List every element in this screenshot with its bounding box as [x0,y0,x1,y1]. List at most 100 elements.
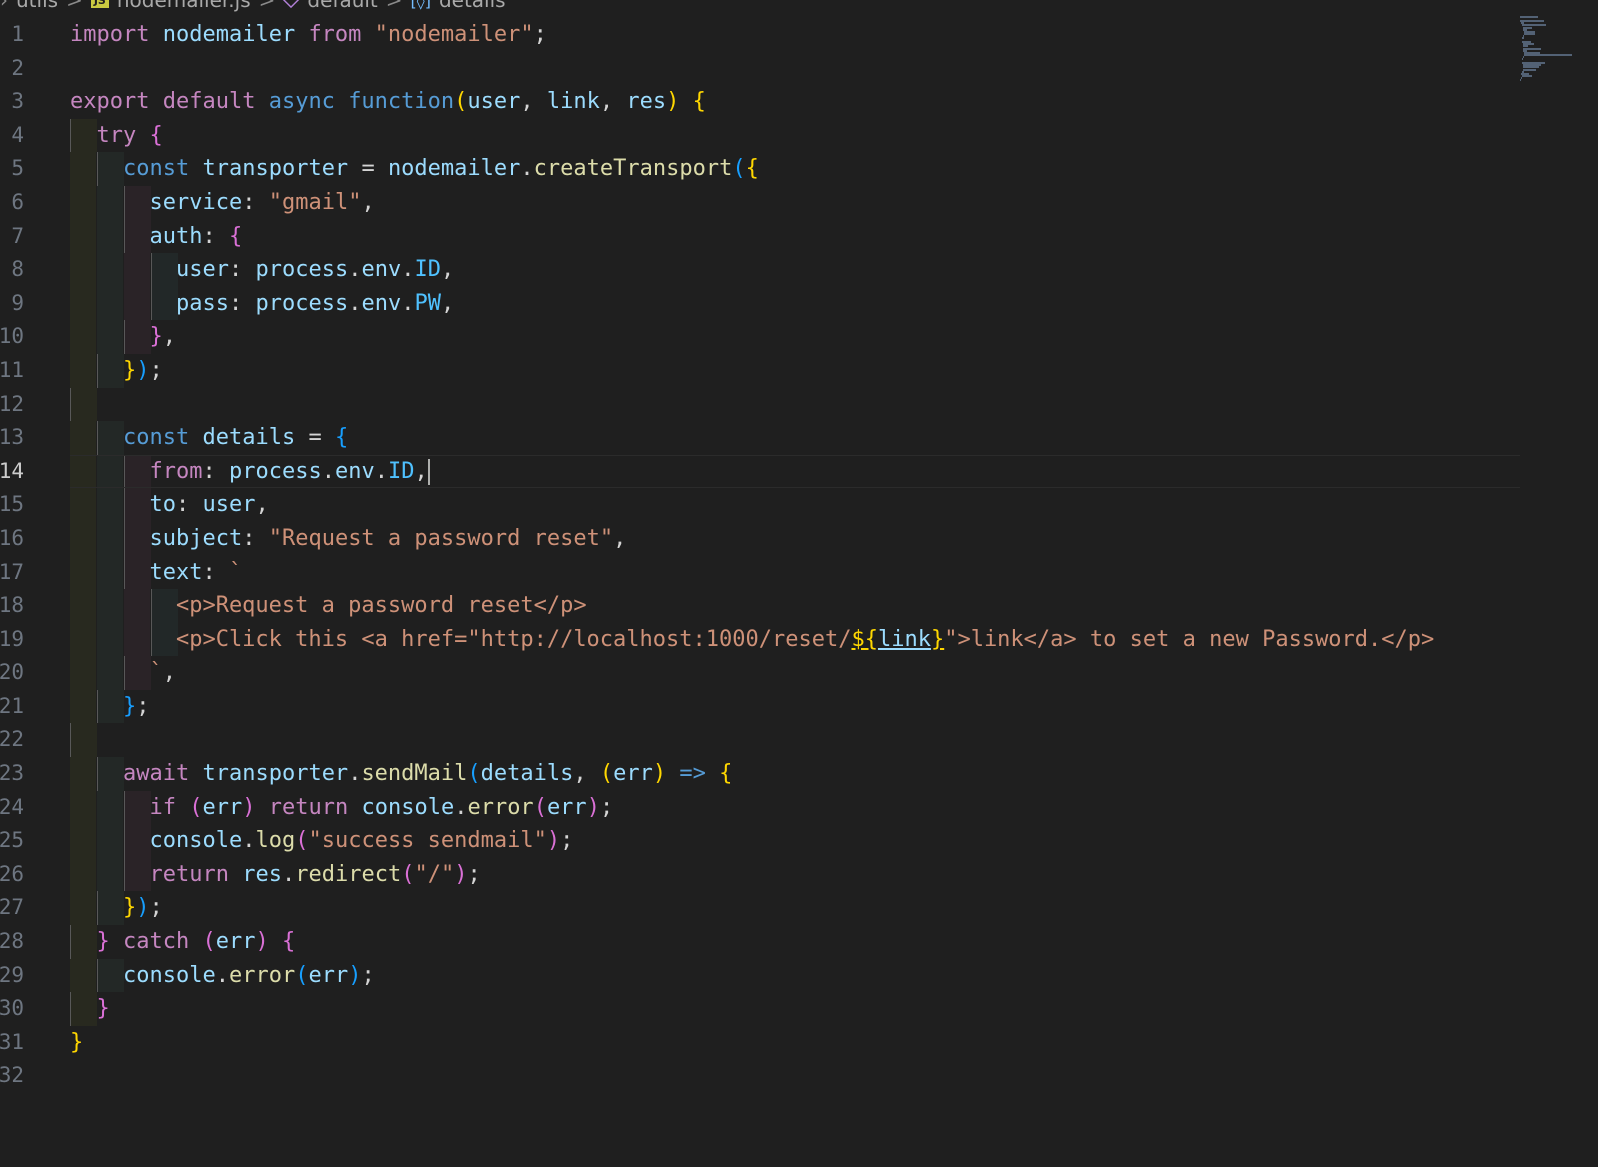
code-line[interactable]: 7 auth: { [0,219,1520,254]
code-text: if (err) return console.error(err); [149,794,614,820]
line-number[interactable]: 27 [0,891,24,925]
line-number[interactable]: 22 [0,723,24,757]
text-cursor [427,458,430,485]
line-number[interactable]: 3 [0,85,24,119]
line-number[interactable]: 19 [0,623,24,657]
indent-guide [70,723,97,758]
line-number[interactable]: 9 [0,287,24,321]
code-line[interactable]: 1 import nodemailer from "nodemailer"; [0,18,1520,52]
code-line[interactable]: 21 }; [0,689,1520,724]
line-number[interactable]: 30 [0,992,24,1026]
minimap-line [1520,79,1521,81]
line-number[interactable]: 7 [0,220,24,254]
line-number[interactable]: 16 [0,522,24,556]
line-number[interactable]: 2 [0,52,24,86]
code-line[interactable]: 31} [0,1026,1520,1060]
code-line[interactable]: 8 user: process.env.ID, [0,253,1520,287]
line-number[interactable]: 6 [0,186,24,220]
line-number[interactable]: 26 [0,858,24,892]
breadcrumb-item-file[interactable]: nodemailer.js [117,0,251,12]
code-line[interactable]: 10 }, [0,320,1520,354]
code-text: console.error(err); [123,962,375,988]
code-line[interactable]: 19 <p>Click this <a href="http://localho… [0,622,1520,657]
code-line[interactable]: 12 [0,387,1520,422]
code-line[interactable]: 6 service: "gmail", [0,185,1520,220]
code-line[interactable]: 3 export default async function(user, lin… [0,85,1520,119]
code-line[interactable]: 4 try { [0,118,1520,153]
minimap-line [1520,20,1544,23]
code-line[interactable]: 16 subject: "Request a password reset", [0,521,1520,556]
code-editor[interactable]: 1 import nodemailer from "nodemailer"; 2 3 e… [0,18,1520,1093]
line-number[interactable]: 14 [0,455,24,489]
code-text: <p>Request a password reset</p> [70,593,587,619]
line-number[interactable]: 23 [0,757,24,791]
line-number[interactable]: 31 [0,1026,24,1060]
breadcrumb-separator: > [258,0,276,12]
minimap-line [1522,37,1524,39]
code-text: import nodemailer from "nodemailer"; [70,22,547,47]
line-number[interactable]: 12 [0,388,24,422]
line-number[interactable]: 13 [0,421,24,455]
line-number[interactable]: 17 [0,556,24,590]
line-number[interactable]: 5 [0,152,24,186]
breadcrumb-separator: > [66,0,83,12]
code-line[interactable]: 17 text: ` [0,555,1520,590]
code-text: } [96,996,110,1022]
code-line[interactable]: 24 if (err) return console.error(err); [0,790,1520,825]
code-text: }); [123,357,163,383]
minimap-line [1523,55,1524,58]
code-line[interactable]: 5 const transporter = nodemailer.createT… [0,152,1520,186]
code-line[interactable]: 13 const details = { [0,421,1520,455]
line-number[interactable]: 4 [0,119,24,153]
code-text: const transporter = nodemailer.createTra… [123,156,759,182]
line-number[interactable]: 11 [0,354,24,388]
code-text: subject: "Request a password reset", [149,525,627,551]
code-line[interactable]: 28 } catch (err) { [0,925,1520,959]
code-line[interactable]: 15 to: user, [0,488,1520,522]
minimap-line [1523,68,1536,71]
code-text: console.log("success sendmail"); [149,828,574,854]
code-line[interactable]: 30 } [0,992,1520,1026]
code-line[interactable]: 20 `, [0,656,1520,690]
line-number[interactable]: 20 [0,656,24,690]
line-number[interactable]: 21 [0,690,24,724]
line-number[interactable]: 10 [0,320,24,354]
code-text: to: user, [149,492,269,518]
line-number[interactable]: 15 [0,488,24,522]
breadcrumb-item-default[interactable]: default [307,0,377,12]
line-number[interactable]: 18 [0,589,24,623]
code-line[interactable]: 11 }); [0,353,1520,388]
code-line[interactable]: 23 await transporter.sendMail(details, (… [0,757,1520,791]
breadcrumb-item-utils[interactable]: utils [16,0,58,12]
code-line[interactable]: 9 pass: process.env.PW, [0,286,1520,321]
code-line[interactable]: 32 [0,1059,1520,1093]
code-line[interactable]: 29 console.error(err); [0,958,1520,993]
line-number[interactable]: 24 [0,791,24,825]
line-number[interactable]: 32 [0,1059,24,1093]
minimap[interactable] [1520,16,1576,86]
code-text: await transporter.sendMail(details, (err… [123,761,733,787]
code-line[interactable]: 26 return res.redirect("/"); [0,857,1520,892]
code-text: export default async function(user, link… [70,89,706,115]
code-text: }); [123,895,163,921]
code-line[interactable]: 14 from: process.env.ID, [0,454,1520,489]
code-text: } [70,1029,84,1055]
code-line[interactable]: 18 <p>Request a password reset</p> [0,589,1520,623]
symbol-method-icon [283,0,300,9]
line-number[interactable]: 8 [0,253,24,287]
breadcrumb-item-details[interactable]: details [439,0,506,12]
line-number[interactable]: 29 [0,959,24,993]
js-file-icon: JS [90,0,109,8]
code-text: pass: process.env.PW, [176,290,455,316]
line-number[interactable]: 25 [0,824,24,858]
code-line[interactable]: 25 console.log("success sendmail"); [0,824,1520,858]
minimap-line [1522,74,1532,77]
code-line[interactable]: 2 [0,52,1520,86]
code-line[interactable]: 22 [0,723,1520,758]
minimap-line [1520,16,1538,18]
line-number[interactable]: 28 [0,925,24,959]
code-text: <p>Click this <a href="http://localhost:… [70,626,1435,652]
code-text: user: process.env.ID, [176,257,455,283]
line-number[interactable]: 1 [0,18,24,52]
code-line[interactable]: 27 }); [0,891,1520,926]
